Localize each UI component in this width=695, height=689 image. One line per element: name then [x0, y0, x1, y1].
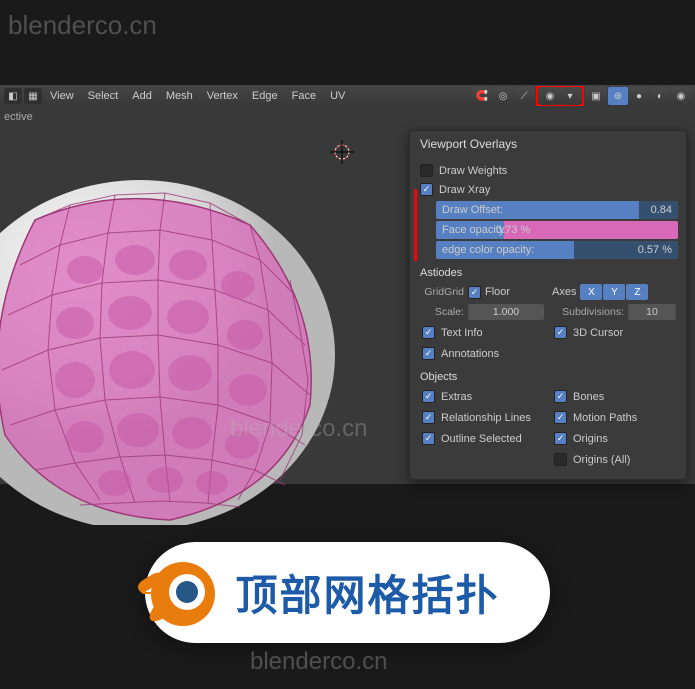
wireframe-shading-icon[interactable]: ⊕: [608, 87, 628, 105]
menu-vertex[interactable]: Vertex: [201, 90, 244, 102]
menu-view[interactable]: View: [44, 90, 80, 102]
bones-label: Bones: [573, 391, 604, 403]
editor-type-icon[interactable]: ◧: [4, 88, 22, 104]
motion-paths-checkbox[interactable]: ✓: [554, 411, 567, 424]
subdiv-label: Subdivisions:: [552, 306, 624, 318]
solid-shading-icon[interactable]: ●: [629, 87, 649, 105]
extras-checkbox[interactable]: ✓: [422, 390, 435, 403]
rel-lines-checkbox[interactable]: ✓: [422, 411, 435, 424]
draw-xray-label: Draw Xray: [439, 184, 490, 196]
outline-sel-label: Outline Selected: [441, 433, 522, 445]
grid-label: GridGrid: [420, 286, 464, 298]
origins-label: Origins: [573, 433, 608, 445]
bones-checkbox[interactable]: ✓: [554, 390, 567, 403]
magnet-icon[interactable]: 🧲: [472, 87, 492, 105]
viewport-toolbar: ◧ ▦ View Select Add Mesh Vertex Edge Fac…: [0, 85, 695, 107]
overlays-dropdown-icon[interactable]: ▾: [560, 87, 580, 105]
draw-offset-slider[interactable]: Draw Offset: 0.84: [436, 201, 678, 219]
menu-mesh[interactable]: Mesh: [160, 90, 199, 102]
text-info-label: Text Info: [441, 327, 483, 339]
menu-add[interactable]: Add: [126, 90, 158, 102]
3d-cursor-checkbox[interactable]: ✓: [554, 326, 567, 339]
mesh-sphere[interactable]: [0, 145, 380, 525]
axis-y-button[interactable]: Y: [603, 284, 625, 300]
floor-checkbox[interactable]: ✓: [468, 286, 481, 299]
draw-xray-checkbox[interactable]: ✓: [420, 183, 433, 196]
panel-title: Viewport Overlays: [410, 131, 686, 157]
annotations-label: Annotations: [441, 348, 499, 360]
face-opacity-label: Face opacity:: [436, 224, 678, 236]
origins-all-checkbox[interactable]: [554, 453, 567, 466]
viewport-3d[interactable]: ◧ ▦ View Select Add Mesh Vertex Edge Fac…: [0, 85, 695, 484]
banner-pill: 顶部网格括扑: [145, 542, 549, 643]
annotations-checkbox[interactable]: ✓: [422, 347, 435, 360]
watermark-top: blenderco.cn: [8, 10, 157, 41]
motion-paths-label: Motion Paths: [573, 412, 637, 424]
edge-opacity-value: 0.57 %: [638, 244, 678, 256]
origins-all-label: Origins (All): [573, 454, 630, 466]
draw-offset-label: Draw Offset:: [436, 204, 651, 216]
3d-cursor-label: 3D Cursor: [573, 327, 623, 339]
face-opacity-value: 0.73 %: [496, 224, 536, 236]
menu-face[interactable]: Face: [286, 90, 322, 102]
shading-modes: ⊕ ● ◐ ◉: [608, 87, 691, 105]
menu-uv[interactable]: UV: [324, 90, 351, 102]
rel-lines-label: Relationship Lines: [441, 412, 531, 424]
falloff-icon[interactable]: ⟋: [514, 87, 534, 105]
scale-label: Scale:: [420, 306, 464, 318]
face-opacity-slider[interactable]: Face opacity: 0.73 %: [436, 221, 678, 239]
overlays-toggle-icon[interactable]: ◉: [540, 87, 560, 105]
viewport-overlays-panel: Viewport Overlays Draw Weights ✓ Draw Xr…: [409, 130, 687, 480]
axis-z-button[interactable]: Z: [626, 284, 648, 300]
edge-opacity-label: edge color opacity:: [436, 244, 638, 256]
draw-offset-value: 0.84: [651, 204, 678, 216]
rendered-shading-icon[interactable]: ◉: [671, 87, 691, 105]
promo-banner: 顶部网格括扑: [0, 495, 695, 689]
highlight-bar: [414, 189, 417, 261]
draw-weights-label: Draw Weights: [439, 165, 507, 177]
banner-title: 顶部网格括扑: [235, 562, 499, 623]
menu-edge[interactable]: Edge: [246, 90, 284, 102]
edge-opacity-slider[interactable]: edge color opacity: 0.57 %: [436, 241, 678, 259]
subdiv-field[interactable]: 10: [628, 304, 676, 320]
floor-label: Floor: [485, 286, 510, 298]
axis-x-button[interactable]: X: [580, 284, 602, 300]
guides-section-label: Astiodes: [418, 261, 678, 281]
objects-section-label: Objects: [418, 365, 678, 385]
menu-select[interactable]: Select: [82, 90, 125, 102]
lookdev-shading-icon[interactable]: ◐: [650, 87, 670, 105]
text-info-checkbox[interactable]: ✓: [422, 326, 435, 339]
draw-weights-checkbox[interactable]: [420, 164, 433, 177]
origins-checkbox[interactable]: ✓: [554, 432, 567, 445]
highlighted-overlays-button: ◉ ▾: [536, 86, 584, 106]
scale-field[interactable]: 1.000: [468, 304, 544, 320]
extras-label: Extras: [441, 391, 472, 403]
perspective-label: ective: [4, 111, 33, 123]
mode-icon[interactable]: ▦: [24, 88, 42, 104]
xray-icon[interactable]: ▣: [586, 87, 606, 105]
proportional-icon[interactable]: ◎: [493, 87, 513, 105]
outline-sel-checkbox[interactable]: ✓: [422, 432, 435, 445]
axes-label: Axes: [552, 286, 576, 298]
blender-logo-icon: [125, 542, 225, 642]
